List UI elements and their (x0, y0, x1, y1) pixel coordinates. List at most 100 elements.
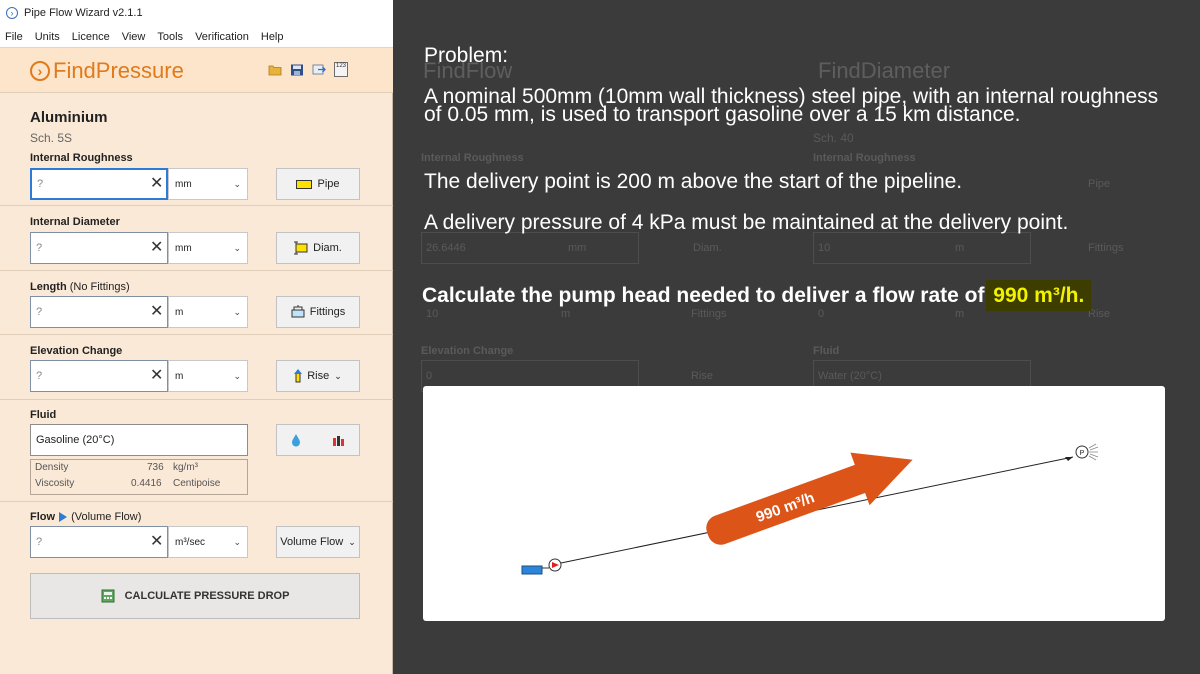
background-elevation-value: 0 (426, 370, 433, 382)
roughness-input[interactable]: ? (30, 168, 168, 200)
background-length-value: 10 (426, 308, 439, 320)
background-elevation-label: Elevation Change (421, 345, 514, 357)
section-divider (0, 270, 393, 271)
chevron-down-icon: ⌄ (233, 371, 241, 381)
flow-label: Flow (Volume Flow) (30, 511, 142, 523)
fluid-drop-icon (291, 434, 300, 447)
problem-statement-elevation: The delivery point is 200 m above the st… (424, 170, 963, 193)
menu-units[interactable]: Units (35, 31, 60, 43)
elevation-label: Elevation Change (30, 345, 123, 357)
roughness-unit-select[interactable]: mm ⌄ (168, 168, 248, 200)
viscosity-label: Viscosity (35, 478, 75, 489)
diameter-label: Internal Diameter (30, 216, 120, 228)
fluid-select[interactable]: Gasoline (20°C) (30, 424, 248, 456)
viscosity-unit: Centipoise (173, 478, 221, 489)
elevation-unit-select[interactable]: m ⌄ (168, 360, 248, 392)
background-right-pipe-button: Pipe (1088, 178, 1111, 190)
background-schedule: Sch. 40 (813, 131, 854, 145)
pipe-flow-wizard-window: › Pipe Flow Wizard v2.1.1 File Units Lic… (0, 0, 393, 674)
calculate-pressure-drop-button[interactable]: CALCULATE PRESSURE DROP (30, 573, 360, 619)
problem-question: Calculate the pump head needed to delive… (422, 284, 1088, 308)
density-label: Density (35, 462, 69, 473)
window-title: Pipe Flow Wizard v2.1.1 (24, 7, 143, 19)
background-right-rise-button: Rise (1088, 308, 1111, 320)
diameter-button[interactable]: Diam. (276, 232, 360, 264)
fluid-label: Fluid (30, 409, 57, 421)
pipeline-diagram-svg: P 990 m³/h (521, 443, 1099, 575)
clear-diameter-icon[interactable]: ✕ (150, 237, 163, 257)
rise-arrow-icon (294, 369, 303, 383)
background-right-roughness-label: Internal Roughness (813, 152, 916, 164)
background-diameter-button: Diam. (693, 242, 722, 254)
menu-help[interactable]: Help (261, 31, 284, 43)
viscosity-value: 0.4416 (131, 478, 162, 489)
section-divider (0, 501, 393, 502)
export-icon[interactable] (312, 64, 326, 76)
rise-button[interactable]: Rise ⌄ (276, 360, 360, 392)
source-tank-icon (521, 565, 543, 575)
pipe-icon (296, 179, 313, 189)
fluid-tools-button[interactable] (276, 424, 360, 456)
flow-rate-arrow: 990 m³/h (706, 452, 913, 545)
length-label: Length (No Fittings) (30, 281, 130, 293)
calculator-icon[interactable]: 123 (334, 62, 348, 77)
flow-input[interactable]: ? (30, 526, 168, 558)
background-right-elevation-value: 0 (818, 308, 825, 320)
background-diameter-unit: mm (568, 242, 587, 254)
open-folder-icon[interactable] (268, 64, 282, 76)
pressure-point-label: P (1080, 450, 1085, 457)
mode-title[interactable]: › FindPressure (30, 58, 184, 84)
length-input[interactable]: ? (30, 296, 168, 328)
clear-roughness-icon[interactable]: ✕ (150, 173, 163, 193)
fittings-button[interactable]: Fittings (276, 296, 360, 328)
problem-heading: Problem: (424, 44, 509, 67)
pipe-button[interactable]: Pipe (276, 168, 360, 200)
chevron-down-icon: ⌄ (233, 179, 241, 189)
clear-length-icon[interactable]: ✕ (150, 301, 163, 321)
fluid-database-icon (333, 436, 345, 446)
material-name: Aluminium (30, 109, 108, 126)
clear-elevation-icon[interactable]: ✕ (150, 365, 163, 385)
background-finddiameter-title: FindDiameter (818, 58, 951, 83)
section-divider (0, 399, 393, 400)
fluid-properties: Density 736 kg/m³ Viscosity 0.4416 Centi… (30, 459, 248, 495)
menu-view[interactable]: View (122, 31, 146, 43)
diameter-input[interactable]: ? (30, 232, 168, 264)
clear-flow-icon[interactable]: ✕ (150, 531, 163, 551)
background-right-fittings-button: Fittings (1088, 242, 1124, 254)
flow-arrow-head (850, 452, 913, 506)
pipe-end-arrow-icon (1065, 457, 1073, 461)
background-right-diameter-value: 10 (818, 242, 831, 254)
chevron-down-icon: ⌄ (334, 370, 342, 381)
menu-tools[interactable]: Tools (157, 31, 183, 43)
background-length-unit: m (561, 308, 571, 320)
background-roughness-label: Internal Roughness (421, 152, 524, 164)
diameter-unit-select[interactable]: mm ⌄ (168, 232, 248, 264)
background-diameter-value: 26.6446 (426, 242, 466, 254)
menu-bar: File Units Licence View Tools Verificati… (0, 26, 393, 48)
menu-file[interactable]: File (5, 31, 23, 43)
flow-unit-select[interactable]: m³/sec ⌄ (168, 526, 248, 558)
problem-statement-pressure: A delivery pressure of 4 kPa must be mai… (424, 211, 1069, 234)
background-right-diameter-unit: m (955, 242, 965, 254)
density-unit: kg/m³ (173, 462, 198, 473)
spray-nozzle-icon (1088, 443, 1099, 461)
density-value: 736 (147, 462, 164, 473)
roughness-label: Internal Roughness (30, 152, 133, 164)
chevron-down-icon: ⌄ (233, 537, 241, 547)
elevation-input[interactable]: ? (30, 360, 168, 392)
diameter-icon (294, 241, 308, 255)
length-unit-select[interactable]: m ⌄ (168, 296, 248, 328)
background-fluid-value: Water (20°C) (818, 370, 882, 382)
fittings-icon (291, 305, 305, 318)
menu-licence[interactable]: Licence (72, 31, 110, 43)
chevron-right-icon: › (30, 61, 50, 81)
chevron-down-icon: ⌄ (233, 243, 241, 253)
menu-verification[interactable]: Verification (195, 31, 249, 43)
chevron-down-icon: ⌄ (233, 307, 241, 317)
flow-type-select[interactable]: Volume Flow ⌄ (276, 526, 360, 558)
calculate-icon (101, 589, 115, 603)
background-rise-button: Rise (691, 370, 714, 382)
background-fittings-button: Fittings (691, 308, 727, 320)
save-icon[interactable] (290, 64, 304, 76)
